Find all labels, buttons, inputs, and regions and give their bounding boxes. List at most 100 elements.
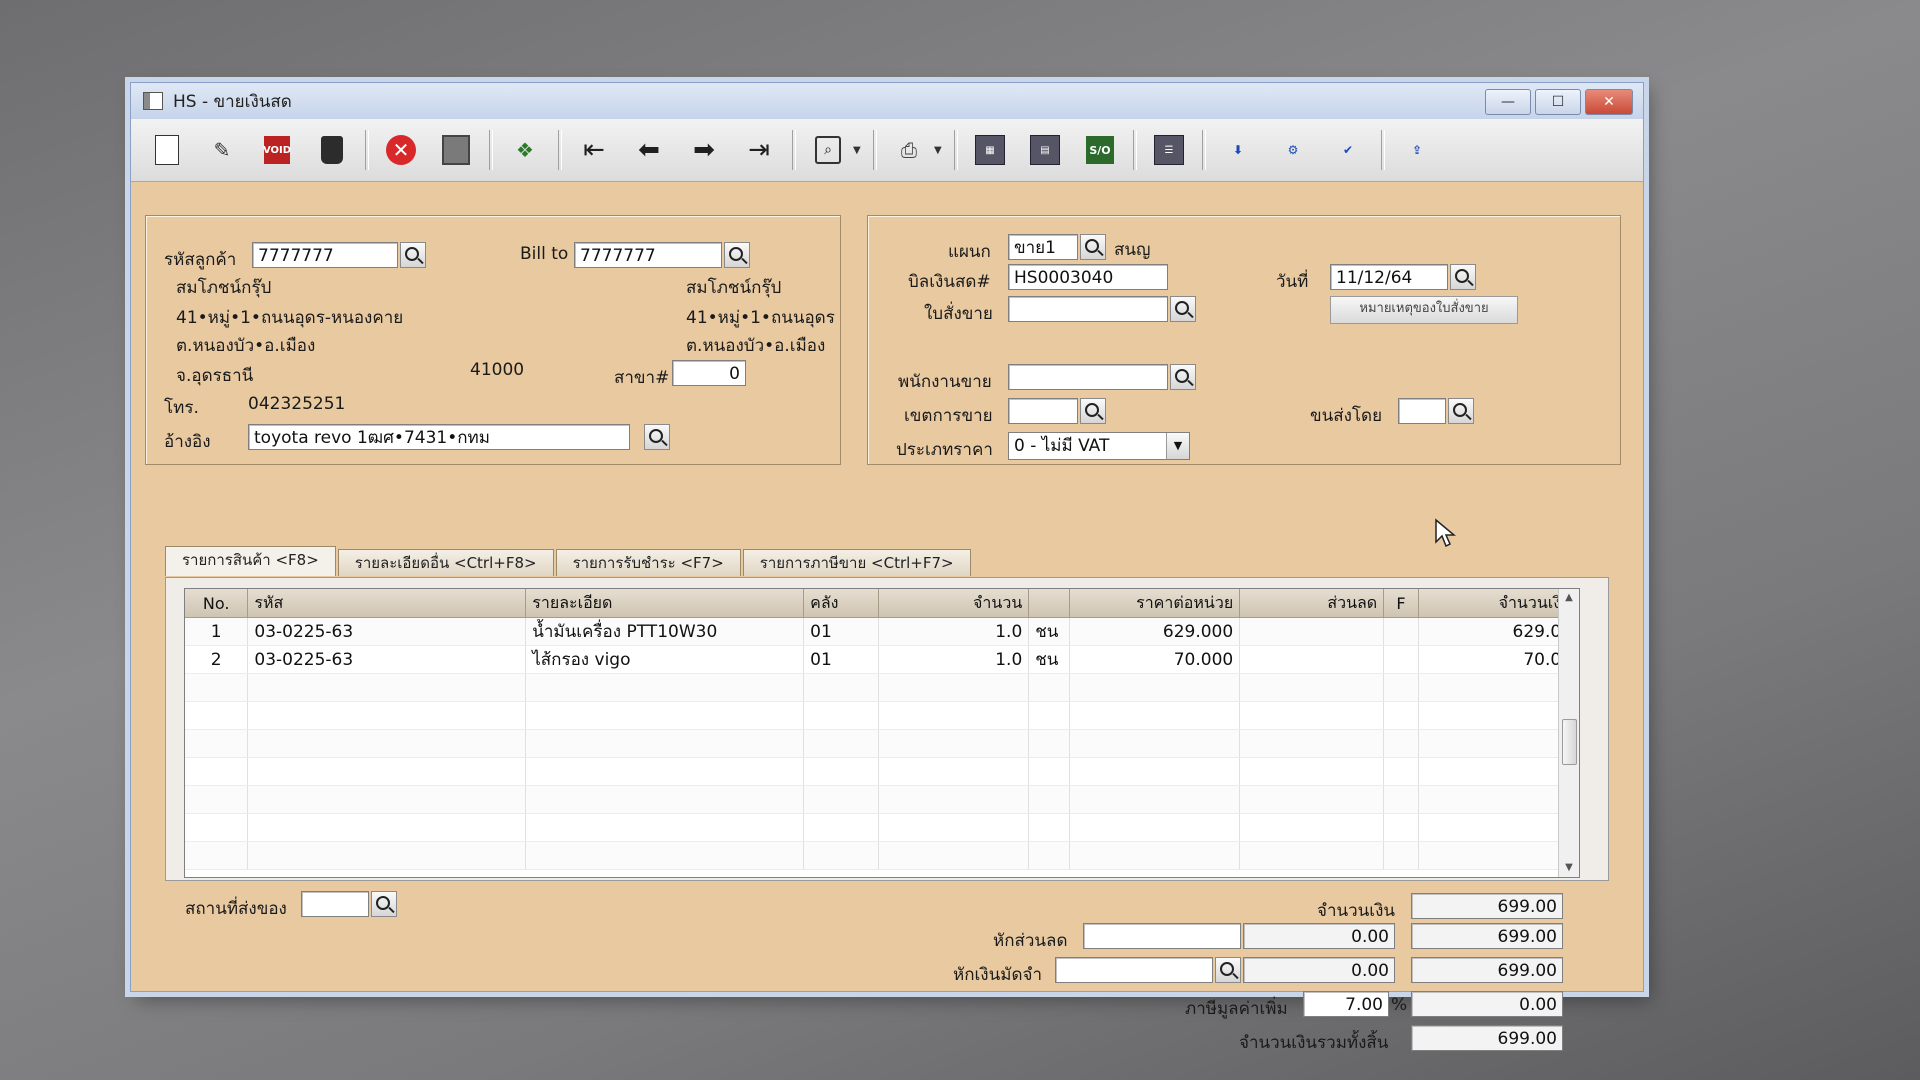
maximize-button[interactable]: ☐ [1535,89,1581,115]
billto-code-field[interactable]: 7777777 [574,242,722,268]
prev-record-button[interactable]: ⬅ [627,128,671,172]
title-bar[interactable]: HS - ขายเงินสด — ☐ ✕ [131,83,1643,119]
date-field[interactable]: 11/12/64 [1330,264,1448,290]
payment-button[interactable]: ❖ [503,128,547,172]
report-button[interactable]: ☰ [1147,128,1191,172]
cancel-button[interactable]: ✕ [379,128,423,172]
cell-warehouse[interactable]: 01 [803,645,880,674]
col-flag[interactable]: F [1383,589,1419,618]
cell-discount[interactable] [1239,617,1385,646]
print-dropdown-icon[interactable]: ▼ [934,145,944,156]
new-button[interactable] [145,128,189,172]
cell-description[interactable]: ไส้กรอง vigo [525,645,805,674]
ok-doc-button[interactable]: ✔ [1326,128,1370,172]
deposit-search-button[interactable] [1215,957,1241,983]
calc-button[interactable]: ▦ [968,128,1012,172]
tab-items[interactable]: รายการสินค้า <F8> [165,546,336,576]
department-search-button[interactable] [1080,234,1106,260]
price-type-select[interactable]: 0 - ไม่มี VAT ▼ [1008,432,1190,460]
date-picker-button[interactable] [1450,264,1476,290]
table-row[interactable]: 2 03-0225-63 ไส้กรอง vigo 01 1.0 ชน 70.0… [185,645,1579,674]
table-row[interactable]: 1 03-0225-63 น้ำมันเครื่อง PTT10W30 01 1… [185,617,1579,646]
table-row[interactable] [185,701,1579,730]
find-dropdown-icon[interactable]: ▼ [853,145,863,156]
col-unit[interactable] [1028,589,1070,618]
cell-no[interactable]: 1 [185,617,249,646]
col-unit-price[interactable]: ราคาต่อหน่วย [1069,589,1241,618]
items-grid[interactable]: No. รหัส รายละเอียด คลัง จำนวน ราคาต่อหน… [184,588,1580,878]
cell-code[interactable]: 03-0225-63 [247,617,527,646]
approve-button[interactable]: ⬇ [1216,128,1260,172]
cell-amount[interactable]: 70.00 [1418,645,1579,674]
ship-place-search-button[interactable] [371,891,397,917]
cell-quantity[interactable]: 1.0 [878,645,1030,674]
customer-search-button[interactable] [400,242,426,268]
department-field[interactable]: ขาย1 [1008,234,1078,260]
cell-unit-price[interactable]: 629.000 [1069,617,1241,646]
table-row[interactable] [185,673,1579,702]
next-record-button[interactable]: ➡ [682,128,726,172]
cell-warehouse[interactable]: 01 [803,617,880,646]
reference-search-button[interactable] [644,424,670,450]
so-note-button[interactable]: หมายเหตุของใบสั่งขาย [1330,296,1518,324]
ship-place-field[interactable] [301,891,369,917]
col-description[interactable]: รายละเอียด [525,589,805,618]
delete-button[interactable] [310,128,354,172]
col-amount[interactable]: จำนวนเงิน [1418,589,1579,618]
table-row[interactable] [185,757,1579,786]
billto-search-button[interactable] [724,242,750,268]
minimize-button[interactable]: — [1485,89,1531,115]
close-button[interactable]: ✕ [1585,89,1633,115]
card-button[interactable]: ▤ [1023,128,1067,172]
cell-description[interactable]: น้ำมันเครื่อง PTT10W30 [525,617,805,646]
salesperson-search-button[interactable] [1170,364,1196,390]
table-row[interactable] [185,813,1579,842]
col-no[interactable]: No. [185,589,249,618]
branch-field[interactable]: 0 [672,360,746,386]
col-warehouse[interactable]: คลัง [803,589,880,618]
cell-flag[interactable] [1383,645,1419,674]
sales-order-search-button[interactable] [1170,296,1196,322]
grid-scrollbar[interactable]: ▲ ▼ [1558,589,1579,877]
col-quantity[interactable]: จำนวน [878,589,1030,618]
deposit-field[interactable] [1055,957,1213,983]
cell-code[interactable]: 03-0225-63 [247,645,527,674]
salesperson-field[interactable] [1008,364,1168,390]
bill-no-field[interactable]: HS0003040 [1008,264,1168,290]
cell-unit-price[interactable]: 70.000 [1069,645,1241,674]
print-button[interactable]: ⎙ [887,128,931,172]
table-row[interactable] [185,785,1579,814]
void-button[interactable]: VOID [255,128,299,172]
first-record-button[interactable]: ⇤ [572,128,616,172]
table-row[interactable] [185,729,1579,758]
table-row[interactable] [185,841,1579,870]
sales-area-field[interactable] [1008,398,1078,424]
cell-unit[interactable]: ชน [1028,617,1070,646]
scroll-down-icon[interactable]: ▼ [1559,859,1579,877]
find-button[interactable]: ⌕ [806,128,850,172]
ship-by-field[interactable] [1398,398,1446,424]
sales-area-search-button[interactable] [1080,398,1106,424]
cell-quantity[interactable]: 1.0 [878,617,1030,646]
cell-amount[interactable]: 629.00 [1418,617,1579,646]
vat-rate-field[interactable]: 7.00 [1303,991,1389,1017]
export-button[interactable]: ⇪ [1395,128,1439,172]
scroll-up-icon[interactable]: ▲ [1559,589,1579,607]
tab-other-details[interactable]: รายละเอียดอื่น <Ctrl+F8> [337,549,554,576]
customer-code-field[interactable]: 7777777 [252,242,398,268]
save-button[interactable] [434,128,478,172]
reference-field[interactable]: toyota revo 1ฒศ•7431•กทม [248,424,630,450]
tab-sales-tax[interactable]: รายการภาษีขาย <Ctrl+F7> [742,549,971,576]
col-discount[interactable]: ส่วนลด [1239,589,1385,618]
cell-flag[interactable] [1383,617,1419,646]
last-record-button[interactable]: ⇥ [737,128,781,172]
unapprove-button[interactable]: ⚙ [1271,128,1315,172]
scroll-thumb[interactable] [1562,719,1577,765]
discount-rate-field[interactable] [1083,923,1241,949]
sales-order-field[interactable] [1008,296,1168,322]
cell-unit[interactable]: ชน [1028,645,1070,674]
col-code[interactable]: รหัส [247,589,527,618]
so-button[interactable]: S/O [1078,128,1122,172]
ship-by-search-button[interactable] [1448,398,1474,424]
tab-payments[interactable]: รายการรับชำระ <F7> [555,549,741,576]
